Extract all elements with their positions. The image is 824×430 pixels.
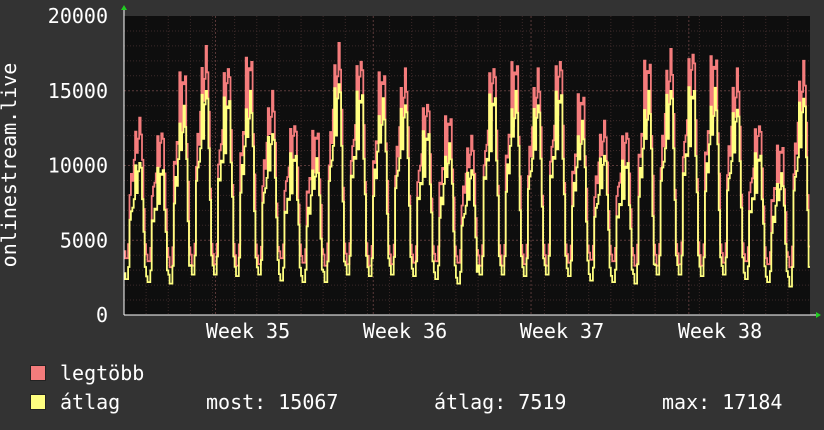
x-axis-arrow-icon (816, 312, 821, 318)
chart-area: onlinestream.live 0 5000 10000 15000 20000 W… (0, 4, 821, 343)
y-axis-label: onlinestream.live (0, 63, 21, 268)
stat-current: most: 15067 (206, 390, 339, 414)
legend-swatch-max (30, 365, 46, 381)
legend-label-max: legtöbb (60, 361, 145, 385)
x-tick-label: Week 38 (678, 319, 762, 343)
y-tick-label: 10000 (48, 154, 108, 178)
y-tick-label: 20000 (48, 4, 108, 28)
stat-max: max: 17184 (662, 390, 783, 414)
y-tick-label: 5000 (60, 228, 108, 252)
stat-average: átlag: 7519 (434, 390, 567, 414)
x-tick-label: Week 35 (206, 319, 290, 343)
y-tick-label: 15000 (48, 79, 108, 103)
legend-label-average: átlag (60, 390, 121, 414)
x-tick-labels: Week 35 Week 36 Week 37 Week 38 (206, 319, 762, 343)
y-tick-label: 0 (96, 303, 108, 327)
legend-item-average: átlag most: 15067 átlag: 7519 max: 17184 (30, 391, 810, 413)
y-tick-labels: 0 5000 10000 15000 20000 (48, 4, 108, 327)
legend-swatch-average (30, 394, 46, 410)
y-axis-arrow-icon (121, 5, 127, 10)
x-tick-label: Week 36 (363, 319, 447, 343)
x-tick-label: Week 37 (520, 319, 604, 343)
